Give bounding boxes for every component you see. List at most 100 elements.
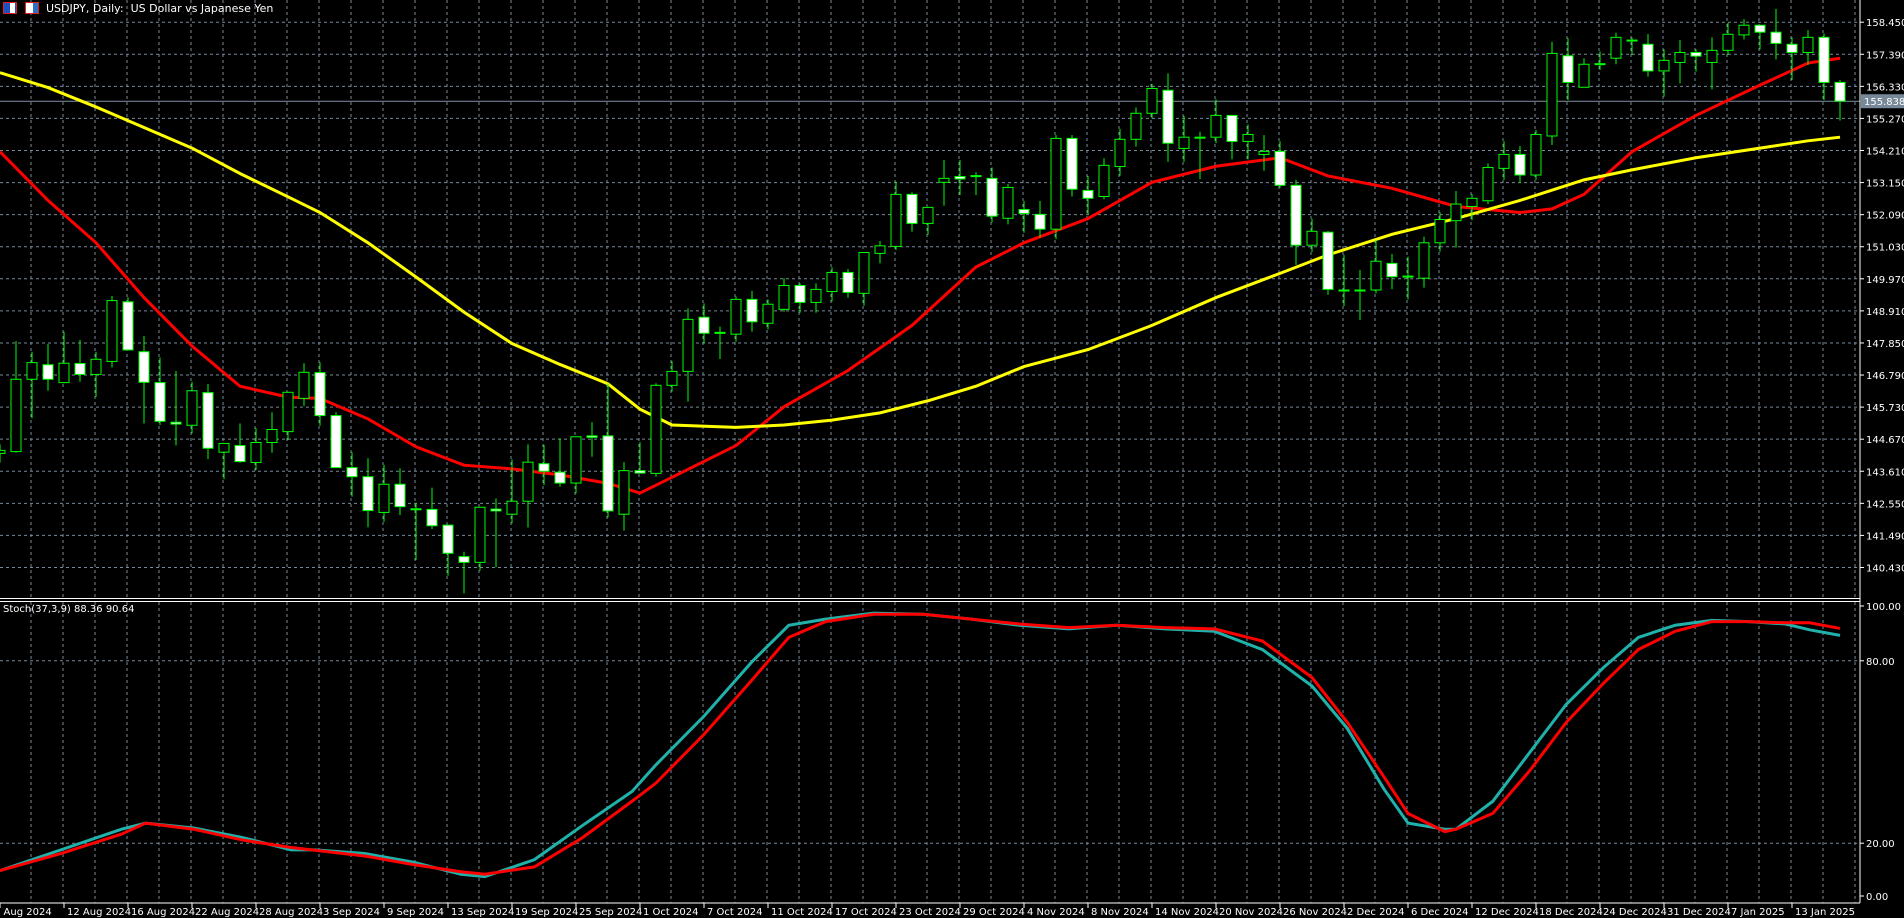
candle-bull: [218, 442, 230, 453]
candle-bear: [906, 193, 918, 224]
candle-bull: [666, 370, 678, 386]
candle-bear: [1034, 213, 1046, 230]
stoch-axis-label: 80.00: [1866, 657, 1895, 668]
candle-bull: [1610, 36, 1622, 59]
candle-bear: [1274, 150, 1286, 186]
candle-bear: [442, 524, 454, 554]
candle-bull: [1050, 137, 1062, 230]
time-axis-label: 29 Oct 2024: [963, 907, 1025, 918]
price-axis-label: 152.090: [1866, 211, 1904, 222]
candle-bear: [554, 471, 566, 484]
candle-bear: [138, 351, 150, 383]
candle-bear: [314, 372, 326, 417]
candle-bear: [1786, 43, 1798, 53]
candle-bear: [330, 415, 342, 469]
candle-bear: [1562, 55, 1574, 83]
candle-bull: [1354, 289, 1366, 292]
price-axis-label: 158.450: [1866, 18, 1904, 29]
candle-bull: [1178, 136, 1190, 149]
candle-bull: [570, 436, 582, 484]
candle-bear: [170, 421, 182, 425]
time-axis-label: 4 Nov 2024: [1027, 907, 1085, 918]
candle-bear: [714, 331, 726, 334]
price-chart[interactable]: 158.450 157.390 156.330 155.270 154.210 153.1…: [0, 0, 1904, 918]
time-axis-label: 7 Jan 2025: [1731, 907, 1785, 918]
candle-bull: [378, 483, 390, 513]
candle-bear: [42, 364, 54, 380]
candle-bull: [90, 358, 102, 375]
candle-bull: [1626, 39, 1638, 42]
candle-bear: [538, 463, 550, 472]
time-axis-label: 25 Sep 2024: [579, 907, 642, 918]
time-axis-label: 9 Sep 2024: [387, 907, 444, 918]
candle-bull: [1498, 153, 1510, 169]
candle-bull: [1258, 150, 1270, 155]
candle-bull: [938, 177, 950, 183]
price-axis-label: 147.850: [1866, 339, 1904, 350]
time-axis-label: 26 Nov 2024: [1283, 907, 1347, 918]
candle-bull: [1114, 138, 1126, 168]
candle-bear: [426, 508, 438, 527]
candle-bear: [634, 470, 646, 474]
candle-bull: [682, 318, 694, 372]
candle-bull: [1146, 87, 1158, 114]
candle-bear: [970, 175, 982, 178]
price-axis-label: 140.430: [1866, 563, 1904, 574]
candle-bull: [1450, 203, 1462, 222]
time-axis-label: 28 Aug 2024: [259, 907, 323, 918]
stoch-main-line: [0, 611, 1841, 879]
candle-bull: [106, 300, 118, 362]
candle-bear: [1226, 114, 1238, 142]
time-axis-label: 16 Aug 2024: [131, 907, 195, 918]
candle-bear: [362, 476, 374, 512]
candle-bull: [10, 378, 22, 453]
price-axis-label: 156.330: [1866, 82, 1904, 93]
candle-bull: [1674, 51, 1686, 63]
candle-bull: [826, 271, 838, 293]
candle-bull: [474, 506, 486, 563]
chart-list-icon[interactable]: [3, 2, 17, 14]
candle-bull: [1098, 164, 1110, 197]
candle-bear: [1818, 36, 1830, 83]
candle-bear: [1386, 262, 1398, 278]
time-axis-label: 6 Dec 2024: [1411, 907, 1469, 918]
current-price-label: 155.838: [1864, 97, 1904, 108]
candle-bull: [1546, 52, 1558, 137]
candle-bear: [1754, 24, 1766, 33]
price-axis-label: 154.210: [1866, 147, 1904, 158]
chart-window-icon[interactable]: [25, 2, 39, 14]
candle-bull: [282, 391, 294, 433]
candle-bull: [298, 371, 310, 399]
time-axis-label: 12 Aug 2024: [67, 907, 131, 918]
candle-bull: [186, 390, 198, 426]
price-axis-label: 151.030: [1866, 243, 1904, 254]
candle-bear: [122, 301, 134, 351]
candle-bull: [1802, 36, 1814, 53]
candle-bear: [234, 445, 246, 463]
candle-bull: [58, 362, 70, 384]
candle-bear: [1642, 43, 1654, 72]
candle-bull: [730, 298, 742, 335]
candle-bull: [762, 303, 774, 324]
candle-bull: [874, 245, 886, 254]
price-axis-label: 144.670: [1866, 435, 1904, 446]
candle-bear: [74, 363, 86, 375]
time-axis-label: 24 Dec 2024: [1603, 907, 1667, 918]
candle-bull: [410, 508, 422, 511]
stochastic-label: Stoch(37,3,9) 88.36 90.64: [3, 604, 135, 615]
time-axis-label: 12 Dec 2024: [1475, 907, 1539, 918]
candle-bear: [986, 177, 998, 217]
candle-bull: [1434, 218, 1446, 244]
candle-bull: [1210, 114, 1222, 138]
candle-bear: [394, 483, 406, 508]
candle-bull: [858, 251, 870, 294]
candle-bull: [1242, 133, 1254, 142]
time-axis-label: 8 Nov 2024: [1091, 907, 1149, 918]
time-axis-label: 2 Dec 2024: [1347, 907, 1405, 918]
candle-bear: [1690, 51, 1702, 57]
price-axis-label: 149.970: [1866, 275, 1904, 286]
candle-bull: [26, 362, 38, 380]
time-axis-label: 20 Nov 2024: [1219, 907, 1283, 918]
candle-bear: [794, 284, 806, 303]
candle-bear: [1322, 231, 1334, 290]
